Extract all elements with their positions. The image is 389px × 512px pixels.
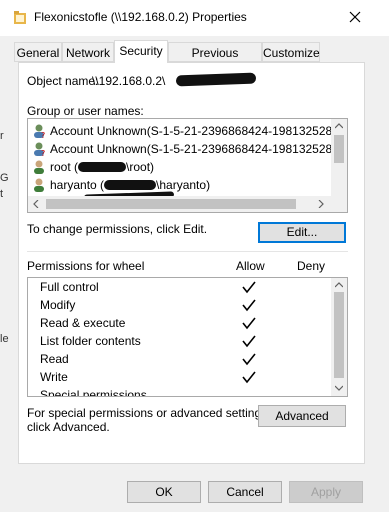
apply-button[interactable]: Apply: [289, 481, 363, 503]
svg-text:?: ?: [41, 131, 45, 139]
tab-security[interactable]: Security: [114, 40, 168, 63]
user-name-prefix: root (: [50, 160, 79, 174]
cancel-button[interactable]: Cancel: [208, 481, 282, 503]
advanced-text-line2: click Advanced.: [27, 420, 110, 434]
permission-name: List folder contents: [40, 334, 141, 348]
edit-button[interactable]: Edit...: [258, 222, 346, 243]
list-item[interactable]: root ( \root): [32, 158, 154, 176]
divider: [27, 251, 348, 252]
close-button[interactable]: [340, 4, 370, 30]
user-name-suffix: \haryanto): [156, 178, 211, 192]
allow-header: Allow: [236, 259, 265, 273]
tab-previous-versions[interactable]: Previous Versions: [168, 42, 262, 80]
folder-icon: [14, 11, 26, 24]
redaction-mark: [78, 162, 127, 172]
chevron-left-icon: [33, 200, 39, 208]
tab-customize[interactable]: Customize: [262, 42, 320, 62]
permission-name: Read & execute: [40, 316, 126, 330]
edge-artifact: le: [0, 333, 9, 345]
tab-general[interactable]: General: [14, 42, 62, 62]
permission-name: Modify: [40, 298, 76, 312]
user-list[interactable]: ? Account Unknown(S-1-5-21-2396868424-19…: [27, 118, 348, 213]
scroll-thumb[interactable]: [334, 292, 344, 378]
permission-name: Read: [40, 352, 69, 366]
group-label: Group or user names:: [27, 104, 144, 118]
edge-artifact: t: [0, 188, 4, 200]
unknown-user-icon: ?: [34, 142, 45, 157]
allow-check-icon: [242, 371, 256, 384]
permissions-vertical-scrollbar[interactable]: [331, 278, 347, 396]
ok-button[interactable]: OK: [127, 481, 201, 503]
user-icon: [34, 178, 44, 192]
scroll-thumb[interactable]: [46, 199, 296, 209]
list-item[interactable]: ? Account Unknown(S-1-5-21-2396868424-19…: [32, 122, 348, 140]
object-name-label: Object name:: [27, 74, 99, 88]
chevron-right-icon: [318, 200, 324, 208]
list-item[interactable]: haryanto ( \haryanto): [32, 176, 210, 194]
svg-text:?: ?: [41, 149, 45, 157]
allow-check-icon: [242, 281, 256, 294]
user-name: Account Unknown(S-1-5-21-2396868424-1981…: [50, 124, 348, 138]
tab-network[interactable]: Network: [62, 42, 114, 62]
permissions-list[interactable]: Full control Modify Read & execute List …: [27, 277, 348, 397]
deny-header: Deny: [297, 259, 326, 273]
list-item[interactable]: ? Account Unknown(S-1-5-21-2396868424-19…: [32, 140, 348, 158]
advanced-button[interactable]: Advanced: [258, 405, 346, 427]
edge-artifact: G: [0, 172, 9, 184]
permission-name: Full control: [40, 280, 99, 294]
chevron-down-icon: [335, 385, 343, 391]
close-icon: [349, 11, 361, 23]
permission-name: Special permissions: [40, 388, 147, 397]
unknown-user-icon: ?: [34, 124, 45, 139]
redaction-mark: [104, 180, 157, 190]
chevron-up-icon: [335, 123, 343, 129]
scroll-thumb[interactable]: [334, 135, 344, 163]
permissions-for-label: Permissions for wheel: [27, 259, 145, 273]
edge-artifact: r: [0, 130, 4, 142]
user-list-horizontal-scrollbar[interactable]: [28, 196, 347, 212]
user-icon: [34, 160, 44, 174]
change-permissions-text: To change permissions, click Edit.: [27, 222, 208, 236]
tab-strip: General Network Security Previous Versio…: [0, 40, 389, 80]
chevron-up-icon: [335, 282, 343, 288]
allow-check-icon: [242, 335, 256, 348]
window-title: Flexonicstofle (\\192.168.0.2) Propertie…: [34, 10, 247, 24]
advanced-text-line1: For special permissions or advanced sett…: [27, 406, 271, 420]
user-name-prefix: haryanto (: [50, 178, 105, 192]
allow-check-icon: [242, 353, 256, 366]
allow-check-icon: [242, 317, 256, 330]
user-list-vertical-scrollbar[interactable]: [331, 119, 347, 197]
allow-check-icon: [242, 299, 256, 312]
user-name: Account Unknown(S-1-5-21-2396868424-1981…: [50, 142, 348, 156]
object-name-value: \\192.168.0.2\: [92, 74, 166, 88]
permission-name: Write: [40, 370, 68, 384]
user-name-suffix: \root): [126, 160, 155, 174]
